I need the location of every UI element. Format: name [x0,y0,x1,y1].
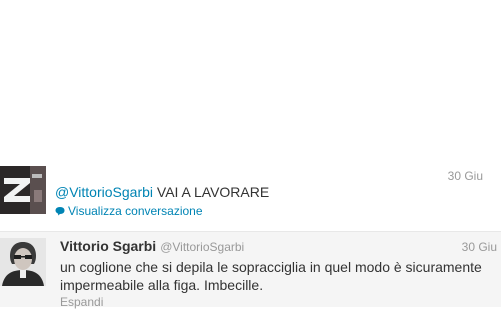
tweet-body: VAI A LAVORARE [153,184,270,200]
tweet-body: un coglione che si depila le sopraccigli… [60,259,482,293]
tweet-timestamp[interactable]: 30 Giu [462,240,497,254]
tweet-reply[interactable]: 30 Giu @VittorioSgarbi VAI A LAVORARE Vi… [0,163,501,227]
avatar-image [0,166,46,214]
tweet-header: Vittorio Sgarbi @VittorioSgarbi [60,238,244,256]
tweet-timestamp[interactable]: 30 Giu [448,169,483,183]
tweet-text: @VittorioSgarbi VAI A LAVORARE [55,183,269,201]
speech-bubble-icon [55,205,65,219]
tweet-original[interactable]: Vittorio Sgarbi @VittorioSgarbi 30 Giu un… [0,231,501,309]
view-conversation-link[interactable]: Visualizza conversazione [55,204,203,219]
view-conversation-label: Visualizza conversazione [68,204,203,218]
author-username[interactable]: @VittorioSgarbi [160,240,244,254]
avatar[interactable] [0,166,46,214]
avatar-image [0,238,46,286]
mention-link[interactable]: @VittorioSgarbi [55,184,153,200]
avatar[interactable] [0,238,46,286]
author-fullname[interactable]: Vittorio Sgarbi [60,238,156,254]
